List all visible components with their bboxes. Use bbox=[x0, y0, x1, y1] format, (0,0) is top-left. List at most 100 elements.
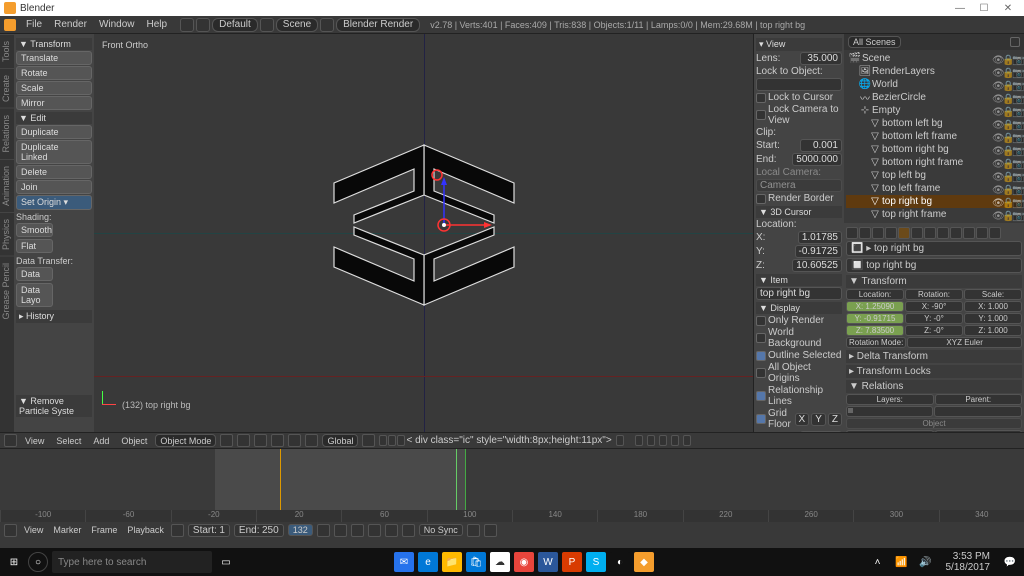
tab-layers-icon[interactable] bbox=[859, 227, 871, 239]
loc-z-field[interactable]: Z: 7.83500 bbox=[846, 325, 904, 336]
outliner-item[interactable]: ▽bottom left bg👁🔒📷 bbox=[846, 117, 1022, 130]
cursor-x-field[interactable]: 1.01785 bbox=[798, 231, 842, 244]
playhead[interactable] bbox=[465, 449, 466, 510]
keying-set-icon[interactable] bbox=[484, 524, 497, 537]
taskbar-search[interactable]: Type here to search bbox=[52, 551, 212, 573]
onedrive-icon[interactable]: ☁ bbox=[490, 552, 510, 572]
tab-animation[interactable]: Animation bbox=[0, 159, 14, 212]
rotate-button[interactable]: Rotate bbox=[16, 66, 92, 80]
rel-lines-check[interactable] bbox=[756, 391, 766, 401]
tab-data-icon[interactable] bbox=[937, 227, 949, 239]
orientation-selector[interactable]: Global bbox=[322, 434, 358, 447]
passindex-field[interactable]: 0 bbox=[935, 430, 1023, 432]
auto-keyframe-icon[interactable] bbox=[171, 524, 184, 537]
cursor-section-header[interactable]: ▼ 3D Cursor bbox=[756, 206, 842, 218]
play-icon[interactable] bbox=[368, 524, 381, 537]
vh-view[interactable]: View bbox=[21, 436, 48, 446]
timeline-editor[interactable]: -100-60-202060100140180220260300340 View… bbox=[0, 448, 1024, 538]
only-render-check[interactable] bbox=[756, 316, 766, 326]
tab-modifiers-icon[interactable] bbox=[924, 227, 936, 239]
rot-x-field[interactable]: X: -90° bbox=[905, 301, 963, 312]
vh-add[interactable]: Add bbox=[89, 436, 113, 446]
blender-taskbar-icon[interactable]: ◆ bbox=[634, 552, 654, 572]
layout-add-icon[interactable] bbox=[260, 18, 274, 32]
duplicate-button[interactable]: Duplicate bbox=[16, 125, 92, 139]
next-key-icon[interactable] bbox=[385, 524, 398, 537]
selected-object[interactable] bbox=[324, 135, 524, 315]
scale-button[interactable]: Scale bbox=[16, 81, 92, 95]
menu-help[interactable]: Help bbox=[142, 18, 173, 31]
cursor-z-field[interactable]: 10.60525 bbox=[792, 259, 842, 272]
edge-icon[interactable]: e bbox=[418, 552, 438, 572]
end-frame-field[interactable]: End: 250 bbox=[234, 524, 284, 537]
menu-render[interactable]: Render bbox=[49, 18, 92, 31]
tab-constraints-icon[interactable] bbox=[911, 227, 923, 239]
pivot-icon[interactable] bbox=[237, 434, 250, 447]
render-engine[interactable]: Blender Render bbox=[336, 18, 420, 32]
volume-icon[interactable]: 🔊 bbox=[916, 552, 936, 572]
outline-check[interactable] bbox=[756, 351, 766, 361]
tab-texture-icon[interactable] bbox=[963, 227, 975, 239]
timeline-editor-icon[interactable] bbox=[4, 524, 17, 537]
vh-select[interactable]: Select bbox=[52, 436, 85, 446]
tl-view[interactable]: View bbox=[21, 525, 46, 535]
operator-header[interactable]: ▼ Remove Particle Syste bbox=[16, 395, 92, 417]
outliner-item[interactable]: 〰BezierCircle👁🔒📷 bbox=[846, 91, 1022, 104]
store-icon[interactable]: 🛍 bbox=[466, 552, 486, 572]
manip-translate-icon[interactable] bbox=[271, 434, 284, 447]
mirror-button[interactable]: Mirror bbox=[16, 96, 92, 110]
tl-marker[interactable]: Marker bbox=[50, 525, 84, 535]
tab-particles-icon[interactable] bbox=[976, 227, 988, 239]
tab-world-icon[interactable] bbox=[885, 227, 897, 239]
loc-x-field[interactable]: X: 1.25090 bbox=[846, 301, 904, 312]
outliner-item[interactable]: ▽bottom right frame👁🔒📷 bbox=[846, 156, 1022, 169]
rot-z-field[interactable]: Z: -0° bbox=[905, 325, 963, 336]
axis-z-toggle[interactable]: Z bbox=[828, 413, 842, 426]
flat-button[interactable]: Flat bbox=[16, 239, 53, 253]
scene-add-icon[interactable] bbox=[320, 18, 334, 32]
clip-end-field[interactable]: 5000.000 bbox=[792, 153, 842, 166]
vh-object[interactable]: Object bbox=[117, 436, 151, 446]
start-frame-field[interactable]: Start: 1 bbox=[188, 524, 230, 537]
translate-button[interactable]: Translate bbox=[16, 51, 92, 65]
play-reverse-icon[interactable] bbox=[351, 524, 364, 537]
grid-lines-field[interactable]: 16 bbox=[800, 431, 842, 432]
screen-layout[interactable]: Default bbox=[212, 18, 258, 32]
outliner-item[interactable]: 🎬Scene👁🔒📷 bbox=[846, 52, 1022, 65]
scale-y-field[interactable]: Y: 1.000 bbox=[964, 313, 1022, 324]
timeline-ruler[interactable]: -100-60-202060100140180220260300340 bbox=[0, 510, 1024, 522]
tab-physics-icon[interactable] bbox=[989, 227, 1001, 239]
axis-x-toggle[interactable]: X bbox=[795, 413, 810, 426]
tl-frame[interactable]: Frame bbox=[88, 525, 120, 535]
cursor-y-field[interactable]: -0.91725 bbox=[795, 245, 842, 258]
tab-create[interactable]: Create bbox=[0, 68, 14, 108]
history-header[interactable]: ▸ History bbox=[16, 310, 92, 323]
tray-up-icon[interactable]: ˄ bbox=[868, 552, 888, 572]
delta-transform-header[interactable]: ▸ Delta Transform bbox=[846, 350, 1022, 363]
skype-icon[interactable]: S bbox=[586, 552, 606, 572]
loc-y-field[interactable]: Y: -0.91715 bbox=[846, 313, 904, 324]
outliner-item[interactable]: ⊹Empty👁🔒📷 bbox=[846, 104, 1022, 117]
mail-icon[interactable]: ✉ bbox=[394, 552, 414, 572]
parent-field[interactable] bbox=[934, 406, 1023, 417]
steam-icon[interactable]: ◐ bbox=[610, 552, 630, 572]
tab-scene-icon[interactable] bbox=[872, 227, 884, 239]
lock-object-field[interactable] bbox=[756, 78, 842, 91]
current-frame-field[interactable]: 132 bbox=[288, 524, 313, 536]
menu-window[interactable]: Window bbox=[94, 18, 140, 31]
object-name-field[interactable]: 🔲 top right bg bbox=[846, 258, 1022, 273]
layer-buttons[interactable]: < div class="ic" style="width:8px;height… bbox=[379, 435, 611, 446]
tab-relations[interactable]: Relations bbox=[0, 108, 14, 159]
maximize-button[interactable]: ☐ bbox=[972, 3, 996, 14]
data-button[interactable]: Data bbox=[16, 267, 53, 281]
tab-material-icon[interactable] bbox=[950, 227, 962, 239]
sync-mode-field[interactable]: No Sync bbox=[419, 524, 463, 536]
outliner-item[interactable]: ▽top right bg👁🔒📷 bbox=[846, 195, 1022, 208]
layers-icon[interactable] bbox=[362, 434, 375, 447]
item-section-header[interactable]: ▼ Item bbox=[756, 274, 842, 286]
grid-floor-check[interactable] bbox=[756, 414, 766, 424]
fwd-icon[interactable] bbox=[196, 18, 210, 32]
delete-button[interactable]: Delete bbox=[16, 165, 92, 179]
clip-start-field[interactable]: 0.001 bbox=[800, 139, 842, 152]
parent-type-field[interactable]: Object bbox=[846, 418, 1022, 429]
